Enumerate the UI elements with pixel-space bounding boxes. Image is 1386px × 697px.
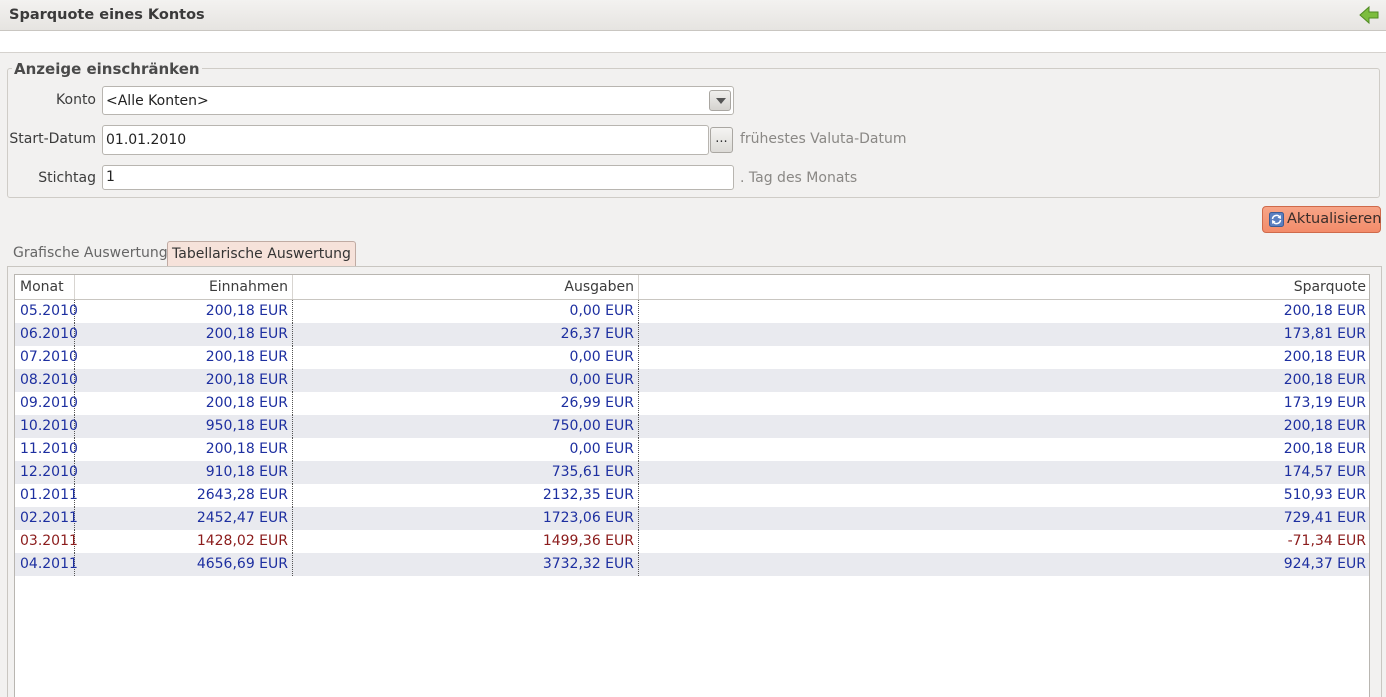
refresh-button[interactable]: Aktualisieren xyxy=(1262,206,1381,233)
konto-label: Konto xyxy=(56,92,96,108)
table-row[interactable]: 01.2011 2643,28 EUR 2132,35 EUR 510,93 EUR xyxy=(15,484,1369,507)
cell-einnahmen: 2643,28 EUR xyxy=(75,484,293,507)
column-header-einnahmen[interactable]: Einnahmen xyxy=(75,275,293,299)
start-datum-value: 01.01.2010 xyxy=(106,132,187,148)
cell-einnahmen: 910,18 EUR xyxy=(75,461,293,484)
start-datum-input[interactable]: 01.01.2010 xyxy=(102,125,709,155)
cell-monat: 05.2010 xyxy=(15,300,78,323)
description-area xyxy=(0,31,1386,53)
cell-einnahmen: 200,18 EUR xyxy=(75,392,293,415)
cell-sparquote: 200,18 EUR xyxy=(1283,418,1366,434)
cell-monat: 02.2011 xyxy=(15,507,78,530)
cell-monat: 04.2011 xyxy=(15,553,78,576)
konto-select[interactable]: <Alle Konten> xyxy=(102,86,734,115)
cell-ausgaben: 2132,35 EUR xyxy=(293,484,639,507)
tab-grafische-auswertung[interactable]: Grafische Auswertung xyxy=(8,241,173,267)
cell-ausgaben: 0,00 EUR xyxy=(293,300,639,323)
cell-monat: 06.2010 xyxy=(15,323,78,346)
stichtag-input[interactable]: 1 xyxy=(102,165,734,190)
cell-sparquote: 924,37 EUR xyxy=(1283,556,1366,572)
cell-sparquote: 173,19 EUR xyxy=(1283,395,1366,411)
cell-einnahmen: 1428,02 EUR xyxy=(75,530,293,553)
cell-monat: 07.2010 xyxy=(15,346,78,369)
cell-ausgaben: 0,00 EUR xyxy=(293,369,639,392)
table-row[interactable]: 09.2010 200,18 EUR 26,99 EUR 173,19 EUR xyxy=(15,392,1369,415)
tab-tabellarische-auswertung[interactable]: Tabellarische Auswertung xyxy=(167,241,356,267)
date-picker-button[interactable]: ... xyxy=(710,127,733,153)
table-row[interactable]: 10.2010 950,18 EUR 750,00 EUR 200,18 EUR xyxy=(15,415,1369,438)
cell-sparquote: 729,41 EUR xyxy=(1283,510,1366,526)
cell-sparquote: 173,81 EUR xyxy=(1283,326,1366,342)
cell-einnahmen: 200,18 EUR xyxy=(75,369,293,392)
cell-ausgaben: 3732,32 EUR xyxy=(293,553,639,576)
refresh-icon xyxy=(1269,212,1284,227)
cell-sparquote: 174,57 EUR xyxy=(1283,464,1366,480)
cell-einnahmen: 4656,69 EUR xyxy=(75,553,293,576)
cell-sparquote: -71,34 EUR xyxy=(1287,533,1366,549)
cell-monat: 01.2011 xyxy=(15,484,78,507)
filter-group-title: Anzeige einschränken xyxy=(12,60,202,78)
column-header-ausgaben[interactable]: Ausgaben xyxy=(293,275,639,299)
cell-ausgaben: 26,37 EUR xyxy=(293,323,639,346)
sparquote-table[interactable]: Monat Einnahmen Ausgaben Sparquote 05.20… xyxy=(14,274,1370,697)
table-row[interactable]: 03.2011 1428,02 EUR 1499,36 EUR -71,34 EUR xyxy=(15,530,1369,553)
table-row[interactable]: 11.2010 200,18 EUR 0,00 EUR 200,18 EUR xyxy=(15,438,1369,461)
cell-monat: 09.2010 xyxy=(15,392,78,415)
cell-monat: 03.2011 xyxy=(15,530,78,553)
cell-sparquote: 200,18 EUR xyxy=(1283,303,1366,319)
table-row[interactable]: 06.2010 200,18 EUR 26,37 EUR 173,81 EUR xyxy=(15,323,1369,346)
cell-sparquote: 200,18 EUR xyxy=(1283,349,1366,365)
konto-select-value: <Alle Konten> xyxy=(106,93,209,109)
table-row[interactable]: 12.2010 910,18 EUR 735,61 EUR 174,57 EUR xyxy=(15,461,1369,484)
cell-monat: 12.2010 xyxy=(15,461,78,484)
table-row[interactable]: 02.2011 2452,47 EUR 1723,06 EUR 729,41 EUR xyxy=(15,507,1369,530)
window-title: Sparquote eines Kontos xyxy=(9,7,205,23)
cell-monat: 11.2010 xyxy=(15,438,78,461)
cell-sparquote: 200,18 EUR xyxy=(1283,372,1366,388)
stichtag-label: Stichtag xyxy=(38,170,96,186)
cell-einnahmen: 2452,47 EUR xyxy=(75,507,293,530)
chevron-down-icon[interactable] xyxy=(709,90,731,111)
cell-monat: 08.2010 xyxy=(15,369,78,392)
cell-ausgaben: 1723,06 EUR xyxy=(293,507,639,530)
stichtag-value: 1 xyxy=(106,169,115,185)
title-bar: Sparquote eines Kontos xyxy=(0,0,1386,31)
start-datum-hint: frühestes Valuta-Datum xyxy=(740,131,907,147)
cell-sparquote: 510,93 EUR xyxy=(1283,487,1366,503)
cell-einnahmen: 200,18 EUR xyxy=(75,300,293,323)
back-arrow-icon[interactable] xyxy=(1358,5,1380,25)
cell-ausgaben: 750,00 EUR xyxy=(293,415,639,438)
start-datum-label: Start-Datum xyxy=(9,131,96,147)
cell-ausgaben: 26,99 EUR xyxy=(293,392,639,415)
column-header-sparquote[interactable]: Sparquote xyxy=(639,275,1369,299)
table-row[interactable]: 04.2011 4656,69 EUR 3732,32 EUR 924,37 EUR xyxy=(15,553,1369,576)
table-row[interactable]: 05.2010 200,18 EUR 0,00 EUR 200,18 EUR xyxy=(15,300,1369,323)
cell-ausgaben: 0,00 EUR xyxy=(293,438,639,461)
cell-einnahmen: 950,18 EUR xyxy=(75,415,293,438)
cell-einnahmen: 200,18 EUR xyxy=(75,346,293,369)
refresh-button-label: Aktualisieren xyxy=(1287,211,1382,227)
table-row[interactable]: 08.2010 200,18 EUR 0,00 EUR 200,18 EUR xyxy=(15,369,1369,392)
column-header-monat[interactable]: Monat xyxy=(15,275,75,299)
cell-sparquote: 200,18 EUR xyxy=(1283,441,1366,457)
cell-einnahmen: 200,18 EUR xyxy=(75,323,293,346)
cell-monat: 10.2010 xyxy=(15,415,78,438)
cell-ausgaben: 1499,36 EUR xyxy=(293,530,639,553)
cell-ausgaben: 735,61 EUR xyxy=(293,461,639,484)
stichtag-hint: . Tag des Monats xyxy=(740,170,858,186)
cell-einnahmen: 200,18 EUR xyxy=(75,438,293,461)
table-row[interactable]: 07.2010 200,18 EUR 0,00 EUR 200,18 EUR xyxy=(15,346,1369,369)
table-header: Monat Einnahmen Ausgaben Sparquote xyxy=(15,275,1369,300)
cell-ausgaben: 0,00 EUR xyxy=(293,346,639,369)
